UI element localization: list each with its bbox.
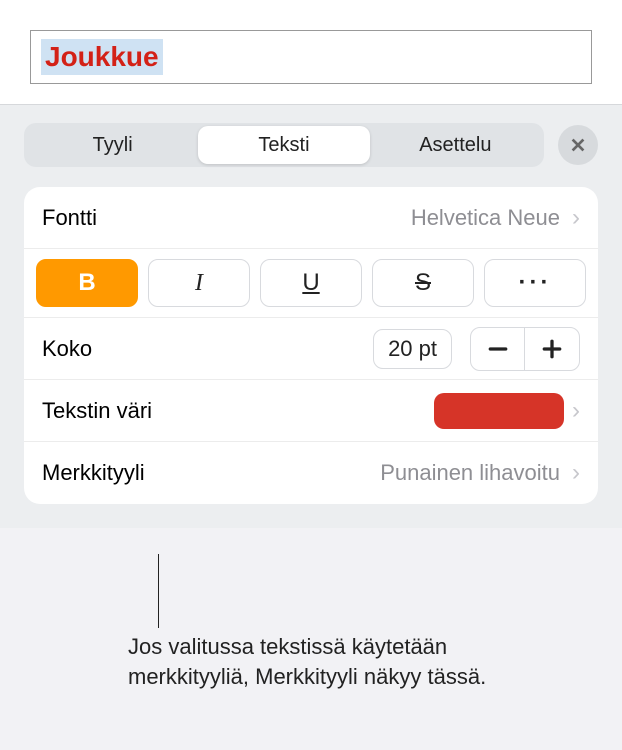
size-stepper	[470, 327, 580, 371]
size-increase-button[interactable]	[525, 328, 579, 370]
minus-icon	[487, 338, 509, 360]
font-row[interactable]: Fontti Helvetica Neue ›	[24, 187, 598, 249]
underline-glyph: U	[302, 269, 319, 297]
size-value[interactable]: 20 pt	[373, 329, 452, 369]
close-icon	[569, 136, 587, 154]
segmented-control: Tyyli Teksti Asettelu	[24, 123, 544, 167]
text-box[interactable]: Joukkue	[30, 30, 592, 84]
format-panel: Tyyli Teksti Asettelu Fontti Helvetica N…	[0, 104, 622, 528]
strikethrough-glyph: S	[415, 269, 431, 297]
tab-bar: Tyyli Teksti Asettelu	[24, 123, 598, 167]
more-icon: ···	[519, 269, 552, 297]
callout-text: Jos valitussa tekstissä käytetään merkki…	[128, 632, 548, 691]
tab-style[interactable]: Tyyli	[27, 126, 198, 164]
text-color-label: Tekstin väri	[42, 398, 152, 424]
bold-button[interactable]: B	[36, 259, 138, 307]
tab-layout[interactable]: Asettelu	[370, 126, 541, 164]
selected-text[interactable]: Joukkue	[41, 39, 163, 75]
chevron-right-icon: ›	[572, 206, 580, 230]
strikethrough-button[interactable]: S	[372, 259, 474, 307]
tab-text[interactable]: Teksti	[198, 126, 369, 164]
callout-leader	[158, 554, 159, 628]
character-style-value: Punainen lihavoitu	[380, 460, 560, 486]
close-button[interactable]	[558, 125, 598, 165]
italic-glyph: I	[195, 270, 203, 297]
text-style-buttons-row: B I U S ···	[24, 249, 598, 318]
text-color-row[interactable]: Tekstin väri ›	[24, 380, 598, 442]
canvas-area: Joukkue	[0, 0, 622, 104]
text-color-swatch[interactable]	[434, 393, 564, 429]
character-style-row[interactable]: Merkkityyli Punainen lihavoitu ›	[24, 442, 598, 504]
more-options-button[interactable]: ···	[484, 259, 586, 307]
size-row: Koko 20 pt	[24, 318, 598, 380]
plus-icon	[541, 338, 563, 360]
underline-button[interactable]: U	[260, 259, 362, 307]
character-style-label: Merkkityyli	[42, 460, 145, 486]
font-value: Helvetica Neue	[411, 205, 560, 231]
chevron-right-icon: ›	[572, 399, 580, 423]
italic-button[interactable]: I	[148, 259, 250, 307]
callout-leader-line	[158, 554, 159, 628]
font-label: Fontti	[42, 205, 97, 231]
text-options-card: Fontti Helvetica Neue › B I U S ··· Koko…	[24, 187, 598, 504]
size-label: Koko	[42, 336, 92, 362]
bold-glyph: B	[78, 269, 95, 297]
chevron-right-icon: ›	[572, 461, 580, 485]
size-decrease-button[interactable]	[471, 328, 525, 370]
